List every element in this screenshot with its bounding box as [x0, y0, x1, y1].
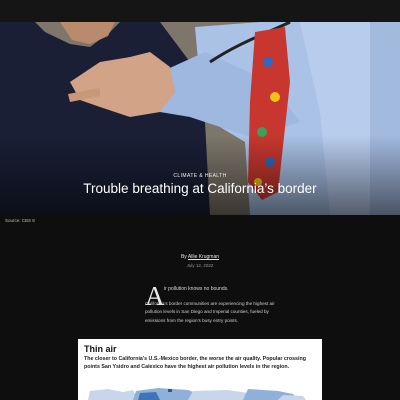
byline: By Allie Krugman: [0, 254, 400, 260]
byline-prefix: By: [180, 254, 188, 260]
map-card-title: Thin air: [84, 344, 117, 354]
image-caption: Source: CBS 8: [5, 218, 35, 223]
publish-date: July 12, 2022: [186, 263, 214, 268]
author-link[interactable]: Allie Krugman: [188, 254, 219, 260]
intro-line: ir pollution knows no bounds.: [164, 286, 229, 292]
map-card-description: The closer to California’s U.S.-Mexico b…: [84, 356, 306, 370]
section-kicker: CLIMATE & HEALTH: [173, 173, 227, 179]
map-card: Thin air The closer to California’s U.S.…: [78, 339, 322, 400]
article-headline: Trouble breathing at California’s border: [83, 181, 317, 196]
top-bar: [0, 0, 400, 22]
air-quality-map: [78, 385, 322, 400]
intro-paragraph: California’s border communities are expe…: [145, 301, 275, 323]
